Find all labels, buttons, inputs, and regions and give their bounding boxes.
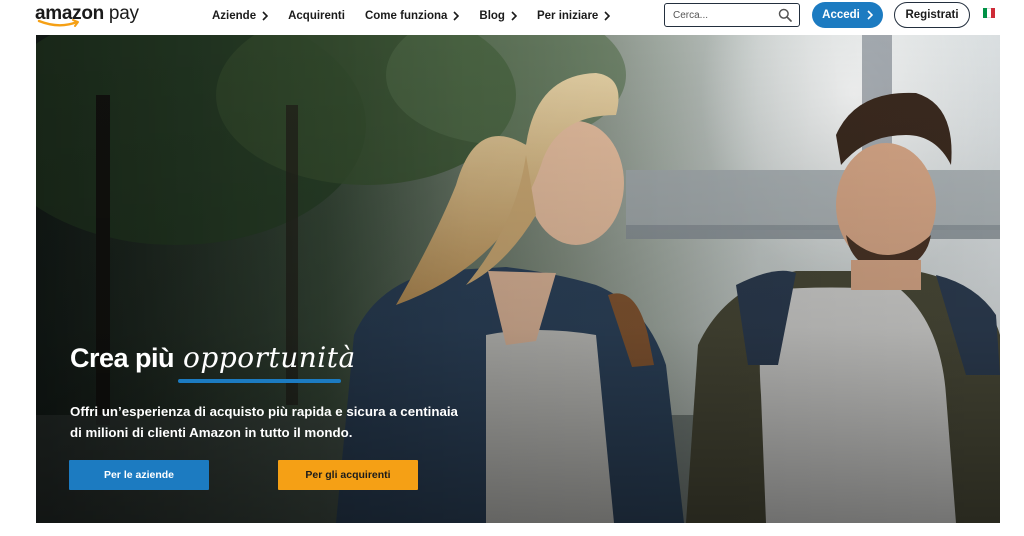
- shoppers-cta-label: Per gli acquirenti: [305, 469, 391, 481]
- nav-item-acquirenti[interactable]: Acquirenti: [288, 10, 345, 22]
- amazon-pay-logo[interactable]: amazon pay: [35, 3, 139, 29]
- nav-item-label: Come funziona: [364, 10, 448, 22]
- nav-item-come-funziona[interactable]: Come funziona: [364, 10, 460, 22]
- flag-stripe-red: [991, 8, 995, 18]
- hero-banner: Crea più opportunità Offri un’esperienza…: [36, 35, 1000, 523]
- nav-item-label: Acquirenti: [288, 10, 345, 22]
- search-box: [664, 3, 800, 27]
- search-input[interactable]: [665, 5, 769, 25]
- nav-item-label: Per iniziare: [536, 10, 599, 22]
- main-nav: Aziende Acquirenti Come funziona Blog Pe…: [212, 0, 630, 32]
- business-cta-label: Per le aziende: [103, 469, 175, 481]
- hero-title: Crea più opportunità: [70, 341, 356, 374]
- hero-photo: [36, 35, 1000, 523]
- chevron-right-icon: [262, 11, 269, 21]
- search-icon[interactable]: [778, 8, 792, 22]
- nav-item-aziende[interactable]: Aziende: [212, 10, 269, 22]
- hero-title-main: Crea più: [70, 343, 175, 373]
- nav-item-label: Aziende: [212, 10, 257, 22]
- shoppers-cta-button[interactable]: Per gli acquirenti: [278, 460, 418, 490]
- nav-item-per-iniziare[interactable]: Per iniziare: [536, 10, 611, 22]
- nav-item-blog[interactable]: Blog: [479, 10, 517, 22]
- login-button-label: Accedi: [822, 9, 860, 21]
- site-header: amazon pay Aziende Acquirenti Come funzi…: [0, 0, 1024, 33]
- hero-title-script: opportunità: [183, 341, 356, 374]
- title-underline: [178, 379, 341, 383]
- amazon-smile-icon: [37, 19, 79, 27]
- chevron-right-icon: [453, 11, 460, 21]
- login-button[interactable]: Accedi: [812, 2, 883, 28]
- register-button[interactable]: Registrati: [894, 2, 970, 28]
- register-button-label: Registrati: [905, 9, 959, 21]
- business-cta-button[interactable]: Per le aziende: [69, 460, 209, 490]
- nav-item-label: Blog: [479, 10, 505, 22]
- chevron-right-icon: [604, 11, 611, 21]
- hero-subtitle: Offri un’esperienza di acquisto più rapi…: [70, 404, 458, 440]
- chevron-right-icon: [867, 10, 873, 20]
- chevron-right-icon: [511, 11, 517, 21]
- italy-flag-icon[interactable]: [983, 8, 995, 18]
